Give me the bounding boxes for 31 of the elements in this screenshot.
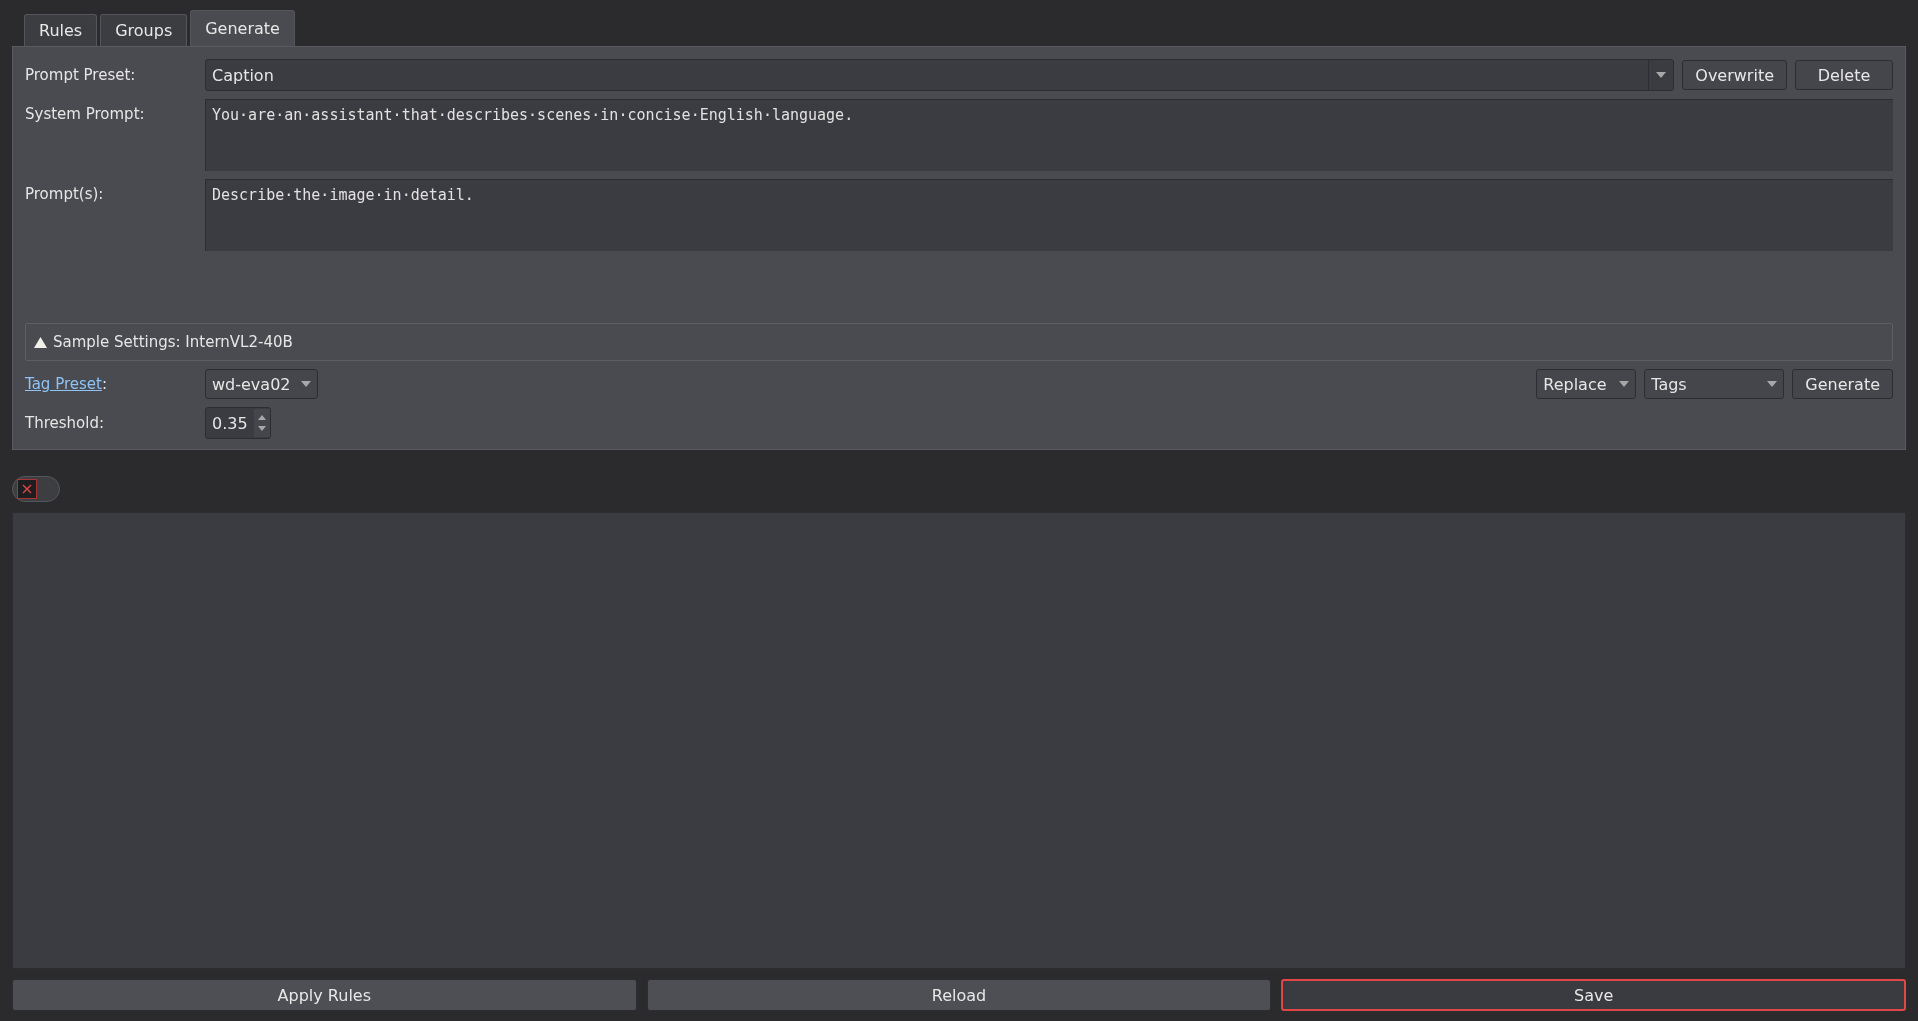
dropdown-caret-icon: [1767, 381, 1778, 387]
tab[interactable]: Groups: [100, 14, 188, 46]
sample-settings-header[interactable]: Sample Settings: InternVL2-40B: [25, 323, 1893, 361]
field-label: Prompt Preset:: [25, 66, 137, 84]
dropdown-caret-icon: [1656, 72, 1667, 78]
threshold-spinbox[interactable]: 0.35: [205, 407, 271, 439]
action-button[interactable]: Apply Rules: [12, 979, 637, 1011]
section-title: Sample Settings: InternVL2-40B: [53, 333, 293, 351]
tab[interactable]: Generate: [190, 10, 295, 46]
toggle-switch[interactable]: [12, 476, 60, 502]
field-label: Threshold:: [25, 414, 105, 432]
target-dropdown[interactable]: Tags: [1644, 369, 1785, 399]
tag-preset-dropdown[interactable]: wd-eva02: [205, 369, 318, 399]
preset-button[interactable]: Overwrite: [1682, 60, 1787, 90]
spin-arrows-icon: [253, 409, 270, 437]
colon-text: :: [101, 375, 107, 393]
tag-preset-link[interactable]: Tag Preset: [25, 375, 102, 393]
close-icon: [22, 484, 32, 494]
mode-dropdown[interactable]: Replace: [1536, 369, 1637, 399]
action-button[interactable]: Reload: [646, 979, 1272, 1011]
preset-button[interactable]: Delete: [1795, 60, 1893, 90]
dropdown-caret-icon: [1619, 381, 1630, 387]
field-label: Prompt(s):: [25, 184, 105, 203]
system-prompt-field[interactable]: You·are·an·assistant·that·describes·scenes·in·concise·English·language.: [205, 99, 1893, 171]
tab[interactable]: Rules: [24, 14, 98, 46]
action-button[interactable]: Save: [1281, 979, 1906, 1011]
prompt-preset-dropdown[interactable]: Caption: [205, 59, 1675, 91]
prompts-field[interactable]: Describe·the·image·in·detail.: [205, 179, 1893, 251]
dropdown-caret-icon: [300, 381, 311, 387]
generate-button[interactable]: Generate: [1792, 369, 1893, 399]
field-label: System Prompt:: [25, 104, 146, 123]
